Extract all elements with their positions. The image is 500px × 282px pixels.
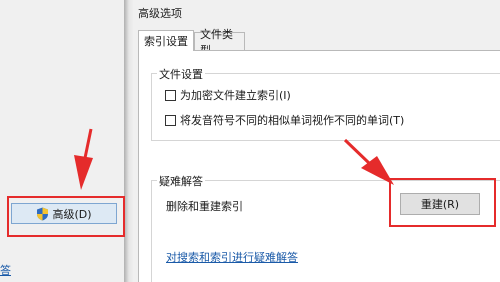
tab-index-settings[interactable]: 索引设置 <box>138 30 194 51</box>
arrow-to-rebuild-icon <box>343 138 394 185</box>
